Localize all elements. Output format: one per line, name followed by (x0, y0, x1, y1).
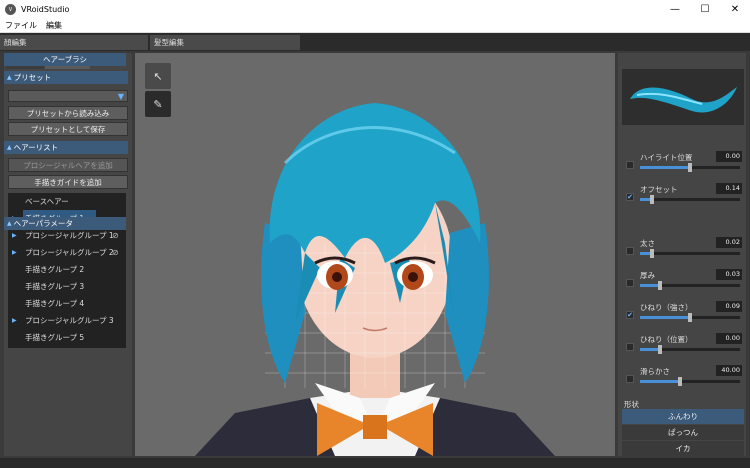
param-checkbox[interactable]: ✔ (626, 311, 634, 319)
tab-face-edit[interactable]: 顔編集 (0, 35, 148, 50)
param-value-field[interactable]: 0.00 (716, 333, 742, 344)
param-slider[interactable] (640, 377, 740, 386)
expand-arrow-icon[interactable]: ▶ (12, 249, 17, 256)
slider-thumb[interactable] (658, 345, 662, 354)
hair-list-item-label: ベースヘアー (25, 197, 69, 206)
preset-header[interactable]: ▲ プリセット (4, 71, 128, 84)
hair-list-item[interactable]: 手描きグループ 3 (8, 278, 126, 295)
hair-list-item-label: 手描きグループ 5 (25, 333, 85, 342)
param-label: 太さ (640, 239, 655, 248)
param-row: 厚み 0.03 (622, 268, 744, 296)
3d-viewport[interactable]: ↖ ✎ (135, 53, 615, 456)
param-checkbox[interactable] (626, 247, 634, 255)
hair-param-header-label: ヘアーパラメータ (13, 219, 73, 228)
param-label: ひねり（強さ） (640, 303, 693, 312)
hair-brush-header: ヘアーブラシ (4, 53, 126, 66)
param-checkbox[interactable]: ✔ (626, 193, 634, 201)
preset-header-label: プリセット (13, 73, 52, 82)
param-slider[interactable] (640, 313, 740, 322)
status-bar (0, 458, 750, 468)
menu-bar: ファイル 編集 (0, 19, 750, 33)
slider-thumb[interactable] (650, 249, 654, 258)
menu-edit[interactable]: 編集 (46, 20, 62, 31)
hidden-eye-icon[interactable]: ⊘ (112, 248, 119, 257)
hair-list-item[interactable]: ▶ プロシージャルグループ 3 (8, 312, 126, 329)
hairlist-header-label: ヘアーリスト (13, 143, 59, 152)
maximize-icon[interactable]: ☐ (690, 0, 720, 19)
expand-arrow-icon[interactable]: ▶ (12, 317, 17, 324)
shape-option-button[interactable]: イカ (622, 441, 744, 456)
param-value-field[interactable]: 0.02 (716, 237, 742, 248)
collapse-triangle-icon: ▲ (7, 144, 12, 151)
title-bar: V VRoidStudio — ☐ ✕ (0, 0, 750, 19)
param-slider[interactable] (640, 281, 740, 290)
add-guide-button[interactable]: 手描きガイドを追加 (8, 175, 128, 189)
param-row: 滑らかさ 40.00 (622, 364, 744, 392)
param-value-field[interactable]: 0.00 (716, 151, 742, 162)
slider-thumb[interactable] (678, 377, 682, 386)
slider-thumb[interactable] (658, 281, 662, 290)
param-row: 太さ 0.02 (622, 236, 744, 264)
hidden-eye-icon[interactable]: ⊘ (112, 231, 119, 240)
param-slider[interactable] (640, 345, 740, 354)
hair-list-item[interactable]: ベースヘアー (8, 193, 126, 210)
editor-tabs: 顔編集 髪型編集 (0, 33, 750, 51)
slider-thumb[interactable] (688, 163, 692, 172)
tab-hair-edit[interactable]: 髪型編集 (150, 35, 300, 50)
close-icon[interactable]: ✕ (720, 0, 750, 19)
window-controls: — ☐ ✕ (660, 0, 750, 19)
brush-preview (622, 69, 744, 125)
slider-thumb[interactable] (688, 313, 692, 322)
param-slider[interactable] (640, 195, 740, 204)
param-label: ひねり（位置） (640, 335, 693, 344)
collapse-triangle-icon: ▲ (7, 74, 12, 81)
avatar-model (195, 103, 555, 456)
hair-list-item-label: プロシージャルグループ 3 (25, 316, 114, 325)
hair-list-item-label: プロシージャルグループ 2 (25, 248, 114, 257)
save-preset-button[interactable]: プリセットとして保存 (8, 122, 128, 136)
param-row: ハイライト位置 0.00 (622, 150, 744, 178)
hair-list-item-label: 手描きグループ 4 (25, 299, 85, 308)
hair-list-item[interactable]: ▶ プロシージャルグループ 2 ⊘ (8, 244, 126, 261)
hair-list-item[interactable]: 手描きグループ 2 (8, 261, 126, 278)
param-label: ハイライト位置 (640, 153, 693, 162)
hairlist-header[interactable]: ▲ ヘアーリスト (4, 141, 128, 154)
shape-option-button[interactable]: ふんわり (622, 409, 744, 424)
shape-option-button[interactable]: ぱっつん (622, 425, 744, 440)
param-value-field[interactable]: 0.03 (716, 269, 742, 280)
chevron-down-icon: ▼ (117, 92, 124, 101)
param-label: オフセット (640, 185, 678, 194)
collapse-triangle-icon: ▲ (7, 220, 12, 227)
window-title: VRoidStudio (21, 5, 70, 14)
param-checkbox[interactable] (626, 343, 634, 351)
vroid-logo-icon: V (5, 4, 16, 15)
preset-dropdown[interactable]: ▼ (8, 90, 128, 102)
menu-file[interactable]: ファイル (5, 20, 37, 31)
param-checkbox[interactable] (626, 375, 634, 383)
hair-list-item-label: プロシージャルグループ 1 (25, 231, 114, 240)
param-row: ひねり（位置） 0.00 (622, 332, 744, 360)
param-checkbox[interactable] (626, 161, 634, 169)
hair-list-item[interactable]: 手描きグループ 4 (8, 295, 126, 312)
param-value-field[interactable]: 0.14 (716, 183, 742, 194)
hair-list-item-label: 手描きグループ 2 (25, 265, 85, 274)
slider-thumb[interactable] (650, 195, 654, 204)
param-label: 厚み (640, 271, 655, 280)
hair-param-header[interactable]: ▲ ヘアーパラメータ (4, 217, 126, 230)
param-row: ✔ ひねり（強さ） 0.09 (622, 300, 744, 328)
load-preset-button[interactable]: プリセットから読み込み (8, 106, 128, 120)
param-value-field[interactable]: 40.00 (716, 365, 742, 376)
param-slider[interactable] (640, 249, 740, 258)
add-procedural-hair-button[interactable]: プロシージャルヘアを追加 (8, 158, 128, 172)
param-value-field[interactable]: 0.09 (716, 301, 742, 312)
param-label: 滑らかさ (640, 367, 670, 376)
param-checkbox[interactable] (626, 279, 634, 287)
hair-list-item[interactable]: 手描きグループ 5 (8, 329, 126, 346)
hair-list-item-label: 手描きグループ 3 (25, 282, 85, 291)
minimize-icon[interactable]: — (660, 0, 690, 19)
param-row: ✔ オフセット 0.14 (622, 182, 744, 210)
param-slider[interactable] (640, 163, 740, 172)
expand-arrow-icon[interactable]: ▶ (12, 232, 17, 239)
